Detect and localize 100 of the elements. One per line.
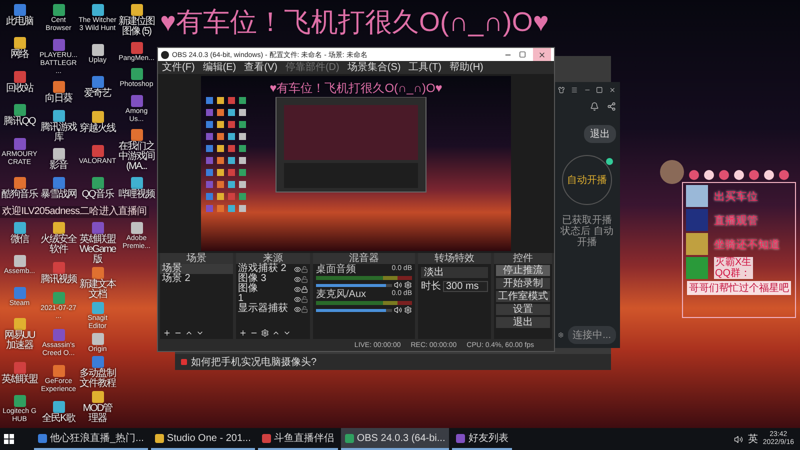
app-icon[interactable] — [130, 222, 142, 234]
app-icon[interactable] — [92, 110, 104, 123]
shirt-icon[interactable] — [558, 86, 565, 94]
settings-icon[interactable] — [261, 328, 269, 336]
app-icon[interactable] — [92, 176, 104, 189]
desktop-icon-label[interactable]: 微信 — [10, 235, 28, 245]
taskbar-item[interactable]: 好友列表 — [452, 428, 512, 450]
desktop-icon-label[interactable]: 全民K歌 — [42, 414, 75, 424]
desktop-icon-label[interactable]: 英雄联盟 — [2, 374, 38, 385]
desktop-icon-label[interactable]: QQ音乐 — [82, 190, 114, 200]
unlock-icon[interactable] — [301, 306, 308, 312]
maximize-icon[interactable] — [596, 86, 604, 94]
menu-item[interactable]: 工具(T) — [408, 62, 442, 72]
unlock-icon[interactable] — [301, 276, 308, 282]
app-icon[interactable] — [14, 255, 26, 268]
start-icon[interactable] — [4, 434, 14, 444]
lock-icon[interactable] — [301, 286, 308, 292]
app-icon[interactable] — [14, 176, 26, 189]
app-icon[interactable] — [92, 76, 104, 88]
desktop-icon-label[interactable]: 新建文本文档 — [78, 280, 116, 300]
auto-start-ring[interactable]: 自动开播 — [562, 155, 612, 205]
volume-slider[interactable] — [316, 284, 392, 286]
app-icon[interactable] — [52, 148, 64, 160]
connect-button[interactable]: 连接中... — [568, 326, 616, 344]
desktop-icon-label[interactable]: 向日葵 — [45, 94, 72, 104]
eye-icon[interactable] — [294, 286, 301, 292]
desktop-icon-label[interactable]: 爱奇艺 — [84, 89, 111, 100]
speaker-icon[interactable] — [734, 434, 743, 444]
app-icon[interactable] — [14, 4, 26, 16]
app-icon[interactable] — [14, 222, 26, 234]
menu-item[interactable]: 编辑(E) — [202, 62, 236, 72]
unlock-icon[interactable] — [301, 266, 308, 272]
eye-icon[interactable] — [294, 306, 301, 312]
app-icon[interactable] — [52, 110, 64, 122]
eye-icon[interactable] — [294, 296, 301, 302]
desktop-icon-label[interactable]: 网易UU加速器 — [0, 331, 38, 352]
desktop-icon-label[interactable]: 英雄联盟 WeGame版 — [78, 235, 116, 265]
desktop-icon-label[interactable]: 此电脑 — [6, 17, 33, 27]
taskbar-item[interactable]: OBS 24.0.3 (64-bi... — [340, 428, 450, 450]
desktop-icon-label[interactable]: 回收站 — [6, 84, 33, 94]
source-item[interactable]: 游戏捕获 2 — [238, 264, 294, 274]
app-icon[interactable] — [52, 4, 64, 16]
desktop-icon-label[interactable]: 腾讯QQ — [4, 117, 36, 128]
taskbar-item[interactable]: 斗鱼直播伴侣 — [258, 428, 338, 450]
desktop-icon-label[interactable]: 暴雪战网 — [40, 190, 76, 200]
app-icon[interactable] — [14, 37, 26, 50]
source-item[interactable]: 显示器捕获 — [238, 304, 294, 314]
control-button[interactable]: 工作室模式 — [496, 291, 550, 302]
app-icon[interactable] — [130, 4, 142, 16]
add-icon[interactable] — [239, 328, 247, 336]
app-icon[interactable] — [130, 176, 142, 189]
desktop-icon-label[interactable]: MOD管理器 — [78, 404, 116, 424]
app-icon[interactable] — [92, 4, 104, 16]
share-icon[interactable] — [607, 102, 616, 111]
menu-item[interactable]: 帮助(H) — [449, 62, 484, 72]
source-item[interactable]: 图像 3 — [238, 274, 294, 284]
unlock-icon[interactable] — [301, 296, 308, 302]
control-button[interactable]: 退出 — [496, 317, 550, 328]
desktop-icon-label[interactable]: 新建位图图像 (5) — [118, 17, 156, 37]
scene-item[interactable]: 场景 — [160, 264, 233, 274]
desktop-icon-label[interactable]: 火绒安全软件 — [40, 235, 78, 255]
app-icon[interactable] — [14, 104, 26, 116]
menu-icon[interactable] — [570, 86, 578, 94]
eye-icon[interactable] — [294, 266, 301, 272]
menu-item[interactable]: 文件(F) — [162, 62, 195, 72]
source-item[interactable]: 1 — [238, 294, 294, 304]
bell-icon[interactable] — [590, 102, 599, 111]
settings-icon[interactable] — [404, 281, 412, 289]
desktop-icon-label[interactable]: 酷狗音乐 — [2, 190, 38, 200]
desktop-icon-label[interactable]: 腾讯游戏库 — [40, 122, 78, 143]
control-button[interactable]: 设置 — [496, 304, 550, 315]
desktop-icon-label[interactable]: 影音 — [50, 161, 68, 172]
menu-item[interactable]: 场景集合(S) — [347, 62, 401, 72]
maximize-icon[interactable] — [519, 51, 526, 58]
speaker-icon[interactable] — [394, 281, 402, 289]
input-language[interactable]: 英 — [748, 432, 758, 446]
menu-item[interactable]: 查看(V) — [244, 62, 278, 72]
app-icon[interactable] — [92, 391, 104, 403]
control-button[interactable]: 停止推流 — [496, 265, 550, 276]
taskbar-item[interactable]: Studio One - 201... — [150, 428, 255, 450]
app-icon[interactable] — [130, 128, 142, 141]
close-icon[interactable] — [538, 50, 546, 58]
exit-button[interactable]: 退出 — [584, 125, 616, 143]
app-icon[interactable] — [130, 68, 142, 80]
app-icon[interactable] — [92, 44, 104, 56]
control-button[interactable]: 开始录制 — [496, 278, 550, 289]
settings-icon[interactable] — [404, 306, 412, 314]
desktop-icon-label[interactable]: 在我们之中游戏间(MA... — [118, 142, 156, 172]
desktop-icon-label[interactable]: 哔哩视频 — [118, 190, 154, 200]
close-icon[interactable] — [609, 86, 616, 94]
source-item[interactable]: 图像 — [238, 284, 294, 294]
eye-icon[interactable] — [294, 276, 301, 282]
desktop-icon-label[interactable]: 多动盘制文件教程 — [78, 369, 116, 389]
app-icon[interactable] — [52, 222, 64, 234]
desktop-icon-label[interactable]: 腾讯视频 — [40, 275, 76, 286]
desktop-icon-label[interactable]: 网络 — [10, 50, 28, 60]
app-icon[interactable] — [52, 400, 64, 413]
transition-select[interactable]: 淡出 — [421, 267, 488, 278]
taskbar-item[interactable]: 他心狂浪直播_热门... — [34, 428, 148, 450]
speaker-icon[interactable] — [394, 306, 402, 314]
